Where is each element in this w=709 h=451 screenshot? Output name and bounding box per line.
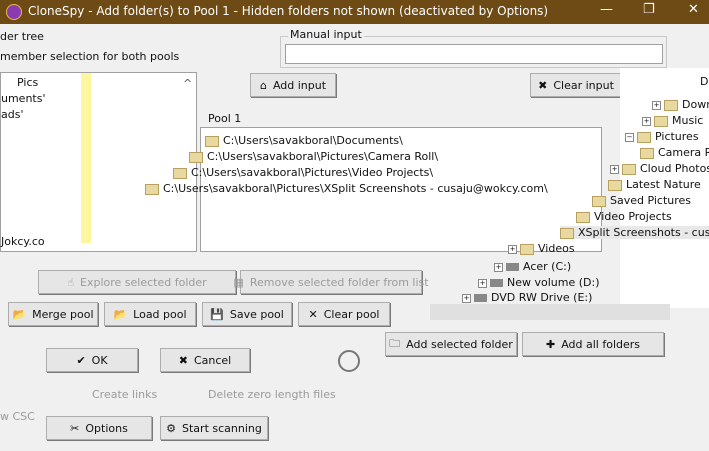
explore-folder-button[interactable]: ☝ Explore selected folder: [38, 270, 236, 294]
clear-input-button[interactable]: ✖ Clear input: [530, 73, 622, 97]
pool-list[interactable]: C:\Users\savakboral\Documents\ C:\Users\…: [145, 127, 602, 252]
tree-item[interactable]: DVD RW Drive (E:): [491, 291, 592, 304]
create-links-option[interactable]: Create links: [92, 388, 157, 401]
add-all-icon: ✚: [545, 337, 556, 351]
tree-item[interactable]: New volume (D:): [507, 276, 600, 289]
add-folder-icon: 🗀: [389, 336, 401, 350]
list-item[interactable]: Jokcy.co: [1, 235, 45, 248]
manual-input-label: Manual input: [288, 28, 364, 41]
pool-item[interactable]: C:\Users\savakboral\Pictures\XSplit Scre…: [145, 182, 548, 195]
app-logo-icon: [6, 4, 22, 20]
manual-input-field[interactable]: [285, 44, 663, 64]
list-item[interactable]: ads': [1, 108, 23, 121]
tree-item[interactable]: Video Projects: [594, 210, 672, 223]
start-scanning-button[interactable]: ⚙ Start scanning: [160, 416, 268, 440]
tree-item[interactable]: Cloud Photos: [640, 162, 709, 175]
folder-open-icon: 📂: [113, 307, 128, 321]
add-input-button[interactable]: ⌂ Add input: [250, 73, 336, 97]
tree-item[interactable]: Acer (C:): [523, 260, 571, 273]
scan-icon: ⚙: [166, 421, 177, 435]
cancel-button[interactable]: ✖ Cancel: [160, 348, 250, 372]
add-all-folders-button[interactable]: ✚ Add all folders: [522, 332, 664, 356]
title-bar: CloneSpy - Add folder(s) to Pool 1 - Hid…: [0, 0, 709, 24]
maximize-button[interactable]: ❐: [643, 0, 655, 20]
pool-item[interactable]: C:\Users\savakboral\Documents\: [205, 134, 403, 147]
tree-item[interactable]: Videos: [538, 242, 575, 255]
remove-icon: ▦: [233, 275, 244, 289]
tree-item[interactable]: Latest Nature: [626, 178, 701, 191]
save-icon: 💾: [210, 307, 224, 321]
ok-button[interactable]: ✔ OK: [46, 348, 138, 372]
load-pool-button[interactable]: 📂 Load pool: [104, 302, 196, 326]
csc-label: w CSC: [0, 410, 35, 423]
cancel-icon: ✖: [178, 353, 188, 367]
explore-icon: ☝: [67, 275, 75, 289]
left-folder-list[interactable]: Pics uments' ads' Jokcy.co ^: [0, 72, 197, 252]
pool-item[interactable]: C:\Users\savakboral\Pictures\Video Proje…: [173, 166, 433, 179]
save-pool-button[interactable]: 💾 Save pool: [202, 302, 292, 326]
clear-pool-button[interactable]: ✕ Clear pool: [298, 302, 390, 326]
tree-item[interactable]: Music: [672, 114, 703, 127]
minimize-button[interactable]: —: [600, 0, 613, 20]
add-input-icon: ⌂: [259, 78, 267, 92]
pool-item[interactable]: C:\Users\savakboral\Pictures\Camera Roll…: [189, 150, 438, 163]
close-button[interactable]: ✕: [688, 0, 699, 20]
tree-item[interactable]: Pictures: [655, 130, 699, 143]
tree-item[interactable]: Down: [682, 98, 709, 111]
tools-icon: ✂: [70, 421, 80, 435]
tree-item[interactable]: Saved Pictures: [610, 194, 691, 207]
list-item[interactable]: uments': [1, 92, 46, 105]
folder-tree-label: der tree: [0, 30, 44, 43]
list-item[interactable]: Pics: [17, 76, 38, 89]
check-icon: ✔: [76, 353, 86, 367]
tree-item[interactable]: Camera Ro: [658, 146, 709, 159]
window-title: CloneSpy - Add folder(s) to Pool 1 - Hid…: [28, 4, 549, 18]
x-icon: ✖: [538, 78, 548, 92]
merge-pool-button[interactable]: 📂 Merge pool: [8, 302, 98, 326]
folder-open-icon: 📂: [12, 307, 27, 321]
highlight-stripe: [81, 73, 91, 243]
remember-selection-checkbox[interactable]: member selection for both pools: [0, 50, 179, 63]
add-selected-folder-button[interactable]: 🗀 Add selected folder: [385, 332, 517, 356]
pool-label: Pool 1: [208, 112, 242, 125]
clear-icon: ✕: [308, 307, 318, 321]
remove-folder-button[interactable]: ▦ Remove selected folder from list: [233, 270, 429, 294]
delete-zero-option[interactable]: Delete zero length files: [208, 388, 336, 401]
help-icon[interactable]: [338, 350, 360, 372]
status-strip: [430, 304, 670, 320]
options-button[interactable]: ✂ Options: [46, 416, 152, 440]
scroll-up-icon[interactable]: ^: [183, 77, 192, 90]
tree-item[interactable]: D: [700, 75, 708, 88]
tree-item[interactable]: XSplit Screenshots - cusaju: [578, 226, 709, 239]
